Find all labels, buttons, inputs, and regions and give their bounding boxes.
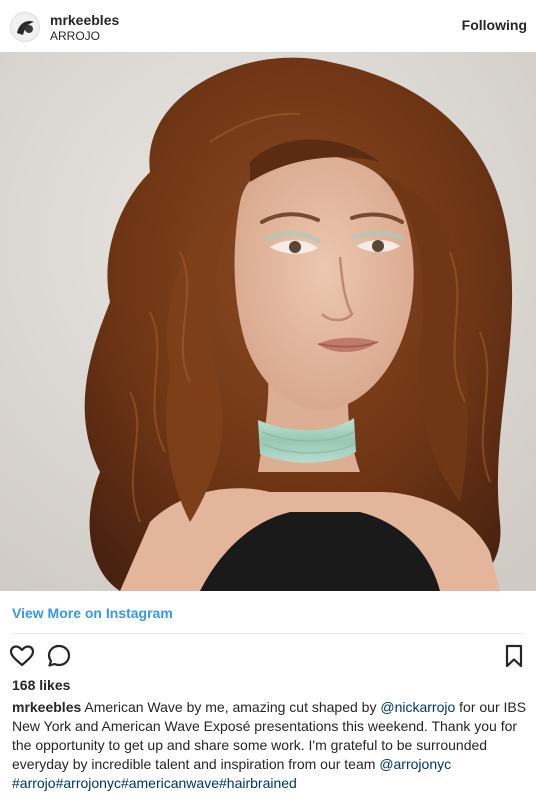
- avatar-image: [11, 13, 39, 41]
- likes-count[interactable]: 168 likes: [12, 677, 70, 693]
- caption-text: American Wave by me, amazing cut shaped …: [81, 699, 381, 715]
- post-username[interactable]: mrkeebles: [50, 12, 119, 28]
- caption-mention[interactable]: @arrojonyc: [379, 756, 451, 772]
- following-button[interactable]: Following: [462, 17, 527, 33]
- bookmark-icon[interactable]: [501, 643, 527, 669]
- instagram-embed: mrkeebles ARROJO Following View More on …: [0, 0, 536, 794]
- caption-username[interactable]: mrkeebles: [12, 699, 81, 715]
- post-photo[interactable]: [0, 52, 536, 591]
- caption-mention[interactable]: @nickarrojo: [380, 699, 455, 715]
- view-more-link[interactable]: View More on Instagram: [12, 605, 173, 621]
- comment-icon[interactable]: [46, 643, 72, 669]
- post-header: mrkeebles ARROJO Following: [0, 0, 536, 52]
- post-caption: mrkeebles American Wave by me, amazing c…: [12, 698, 528, 793]
- heart-icon[interactable]: [9, 643, 35, 669]
- avatar[interactable]: [10, 12, 40, 42]
- caption-hashtags[interactable]: #arrojo#arrojonyc#americanwave#hairbrain…: [12, 775, 297, 791]
- divider: [12, 633, 524, 634]
- portrait-photo: [0, 52, 536, 591]
- post-location[interactable]: ARROJO: [50, 29, 100, 43]
